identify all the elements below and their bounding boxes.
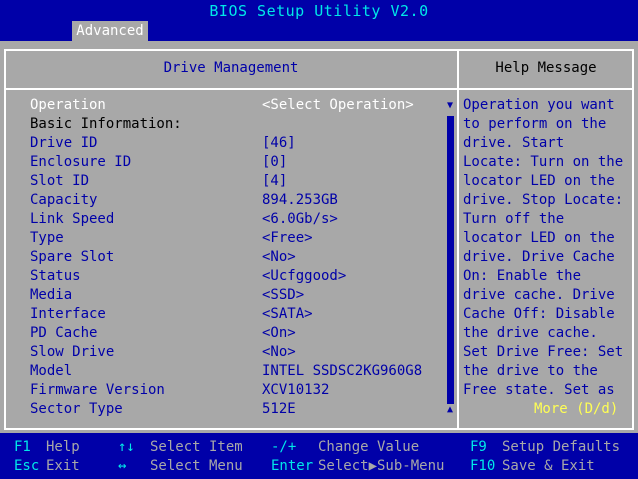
setting-row-pd-cache: PD Cache <On> (30, 324, 440, 343)
setting-label: Slow Drive (30, 344, 115, 360)
plus-minus-key: -/+ (271, 439, 297, 455)
help-line: drive cache. Drive (463, 287, 615, 303)
setting-value: <Free> (262, 230, 313, 246)
enter-key: Enter (271, 458, 314, 474)
settings-list: Operation <Select Operation> Basic Infor… (30, 96, 440, 419)
scrollbar[interactable] (447, 116, 454, 404)
help-text: Operation you want to perform on the dri… (463, 96, 633, 400)
setting-value[interactable]: <Select Operation> (262, 96, 414, 115)
setting-value: INTEL SSDSC2KG960G8 (262, 363, 423, 379)
setting-value: <Ucfggood> (262, 268, 347, 284)
scroll-down-arrow-icon[interactable]: ▼ (443, 100, 457, 112)
leftright-desc: Select Menu (150, 458, 243, 474)
setting-row-slot-id: Slot ID [4] (30, 172, 440, 191)
setting-label: Status (30, 268, 81, 284)
tab-advanced[interactable]: Advanced (72, 21, 148, 41)
setting-value: [4] (262, 173, 288, 189)
setting-label: Model (30, 363, 73, 379)
setting-row-sector-type: Sector Type 512E (30, 400, 440, 419)
setting-label: Link Speed (30, 211, 115, 227)
section-label: Basic Information: (30, 116, 182, 132)
setting-row-spare-slot: Spare Slot <No> (30, 248, 440, 267)
setting-row-media: Media <SSD> (30, 286, 440, 305)
f10-key: F10 (470, 458, 496, 474)
drive-management-header: Drive Management (163, 60, 299, 76)
setting-value: 512E (262, 401, 296, 417)
setting-label: Type (30, 230, 64, 246)
setting-value: <No> (262, 249, 296, 265)
setting-row-slow-drive: Slow Drive <No> (30, 343, 440, 362)
help-line: the drive to the (463, 363, 598, 379)
footer-key-legend: F1 Help Esc Exit ↑↓ Select Item ↔ Select… (0, 438, 638, 479)
help-line: drive. Drive Cache (463, 249, 615, 265)
f9-key: F9 (470, 439, 487, 455)
setting-value: [46] (262, 135, 296, 151)
setting-label: Enclosure ID (30, 154, 132, 170)
setting-row-capacity: Capacity 894.253GB (30, 191, 440, 210)
plusminus-desc: Change Value (318, 439, 420, 455)
frame-divider (457, 49, 459, 430)
frame-divider (458, 88, 634, 90)
setting-row-operation[interactable]: Operation <Select Operation> (30, 96, 440, 115)
setting-label: Drive ID (30, 135, 98, 151)
help-line: Operation you want (463, 97, 615, 113)
app-title: BIOS Setup Utility V2.0 (209, 2, 429, 20)
setting-row-link-speed: Link Speed <6.0Gb/s> (30, 210, 440, 229)
setting-value: [0] (262, 154, 288, 170)
help-line: Free state. Set as (463, 382, 615, 398)
help-line: Turn off the (463, 211, 565, 227)
up-down-arrows-icon: ↑↓ (118, 439, 135, 455)
setting-label: Interface (30, 306, 106, 322)
setting-label: Slot ID (30, 173, 90, 189)
enter-desc: Select▶Sub-Menu (318, 458, 445, 474)
setting-value: <SATA> (262, 306, 313, 322)
setting-value: XCV10132 (262, 382, 330, 398)
help-line: drive. Start (463, 135, 565, 151)
setting-row-drive-id: Drive ID [46] (30, 134, 440, 153)
help-line: locator LED on the (463, 173, 615, 189)
setting-label: Media (30, 287, 73, 303)
more-indicator: More (D/d) (534, 401, 619, 417)
f9-desc: Setup Defaults (502, 439, 621, 455)
f10-desc: Save & Exit (502, 458, 595, 474)
left-right-arrows-icon: ↔ (118, 458, 127, 474)
setting-value: <SSD> (262, 287, 305, 303)
help-line: Set Drive Free: Set (463, 344, 624, 360)
setting-label: Firmware Version (30, 382, 165, 398)
setting-label: Sector Type (30, 401, 123, 417)
main-panel: Drive Management Help Message Operation … (0, 44, 638, 433)
esc-key: Esc (14, 458, 40, 474)
setting-label: Spare Slot (30, 249, 115, 265)
setting-row-type: Type <Free> (30, 229, 440, 248)
basic-information-heading: Basic Information: (30, 115, 440, 134)
help-line: drive. Stop Locate: (463, 192, 624, 208)
help-message-header: Help Message (495, 60, 597, 76)
setting-value: <On> (262, 325, 296, 341)
help-line: locator LED on the (463, 230, 615, 246)
setting-value: <6.0Gb/s> (262, 211, 338, 227)
setting-label: PD Cache (30, 325, 98, 341)
updown-desc: Select Item (150, 439, 243, 455)
setting-row-interface: Interface <SATA> (30, 305, 440, 324)
setting-value: 894.253GB (262, 192, 338, 208)
help-line: to perform on the (463, 116, 607, 132)
frame-divider (4, 88, 458, 90)
setting-row-status: Status <Ucfggood> (30, 267, 440, 286)
setting-row-enclosure-id: Enclosure ID [0] (30, 153, 440, 172)
help-line: On: Enable the (463, 268, 582, 284)
scroll-up-arrow-icon[interactable]: ▲ (443, 404, 457, 416)
esc-desc: Exit (46, 458, 80, 474)
f1-key: F1 (14, 439, 31, 455)
setting-label: Operation (30, 97, 106, 113)
setting-label: Capacity (30, 192, 98, 208)
help-line: Locate: Turn on the (463, 154, 624, 170)
help-line: the drive cache. (463, 325, 598, 341)
help-line: Cache Off: Disable (463, 306, 615, 322)
f1-desc: Help (46, 439, 80, 455)
setting-value: <No> (262, 344, 296, 360)
setting-row-model: Model INTEL SSDSC2KG960G8 (30, 362, 440, 381)
setting-row-firmware-version: Firmware Version XCV10132 (30, 381, 440, 400)
